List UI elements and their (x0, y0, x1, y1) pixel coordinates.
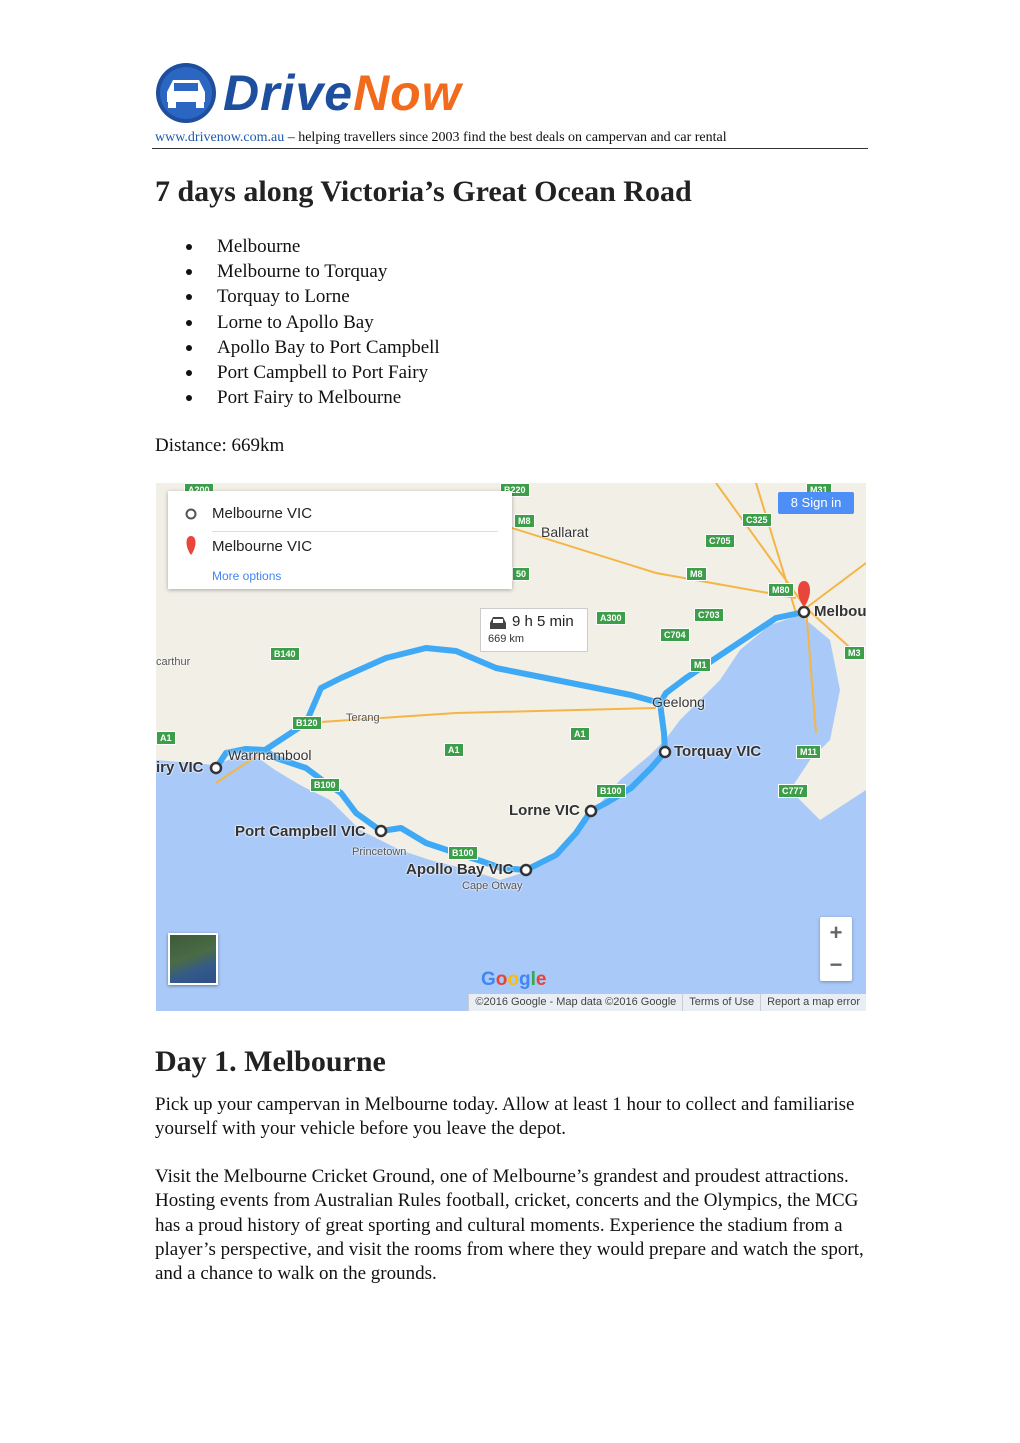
header-divider (152, 148, 868, 149)
zoom-in-button[interactable]: + (820, 917, 852, 949)
road-label: 50 (512, 567, 531, 581)
list-item: Port Campbell to Port Fairy (155, 360, 440, 385)
road-label: M80 (768, 583, 794, 597)
document-page: DriveNow www.drivenow.com.au – helping t… (0, 0, 1020, 1443)
place-label: Cape Otway (462, 880, 523, 892)
road-label: B140 (270, 647, 300, 661)
route-line-inland (263, 645, 661, 753)
road-label: A1 (444, 743, 464, 757)
road-label: C704 (660, 628, 690, 642)
place-label: Princetown (352, 846, 407, 858)
road-label: B100 (310, 778, 340, 792)
route-distance: 669 km (488, 633, 525, 645)
road-label: B120 (292, 716, 322, 730)
logo-drive: Drive (223, 65, 354, 121)
list-item: Port Fairy to Melbourne (155, 385, 440, 410)
road-label: C705 (705, 534, 735, 548)
distance-text: Distance: 669km (155, 435, 285, 456)
tagline: www.drivenow.com.au – helping travellers… (155, 130, 727, 146)
place-label: Port Campbell VIC (235, 823, 366, 840)
google-plus-icon: 8 (790, 495, 802, 510)
road-label: B100 (596, 784, 626, 798)
route-duration: 9 h 5 min (512, 613, 574, 630)
road-label: A1 (570, 727, 590, 741)
terms-link[interactable]: Terms of Use (682, 994, 760, 1011)
google-logo: Google (481, 969, 547, 990)
origin-circle-icon (185, 508, 197, 520)
zoom-out-button[interactable]: − (820, 949, 852, 981)
origin-field[interactable]: Melbourne VIC (212, 505, 312, 522)
road-label: A300 (596, 611, 626, 625)
place-label: Terang (346, 712, 380, 724)
list-item: Apollo Bay to Port Campbell (155, 335, 440, 360)
road-label: M8 (686, 567, 707, 581)
sign-in-button[interactable]: 8 Sign in (778, 492, 854, 514)
car-logo-icon (156, 63, 216, 123)
list-item: Melbourne to Torquay (155, 259, 440, 284)
place-label: Geelong (652, 694, 705, 710)
day1-paragraph-1: Pick up your campervan in Melbourne toda… (155, 1094, 855, 1140)
list-item: Melbourne (155, 234, 440, 259)
website-link[interactable]: www.drivenow.com.au (155, 130, 284, 145)
place-label: Ballarat (541, 524, 589, 540)
destination-field[interactable]: Melbourne VIC (212, 538, 312, 555)
road-label: M3 (844, 646, 865, 660)
panel-divider (212, 531, 498, 532)
report-error-link[interactable]: Report a map error (760, 994, 866, 1011)
place-label: carthur (156, 656, 191, 668)
destination-pin-icon (186, 536, 196, 555)
place-label: Torquay VIC (674, 743, 762, 760)
road-label: M1 (690, 658, 711, 672)
page-title: 7 days along Victoria’s Great Ocean Road (155, 175, 692, 208)
destination-pin-icon (798, 581, 810, 607)
tagline-text: – helping travellers since 2003 find the… (284, 130, 727, 145)
road-label: C777 (778, 784, 808, 798)
map-copyright: ©2016 Google - Map data ©2016 Google (468, 994, 682, 1011)
road-label: B100 (448, 846, 478, 860)
day1-heading: Day 1. Melbourne (155, 1045, 386, 1078)
place-label: Melbou (814, 603, 866, 620)
road-label: A1 (156, 731, 176, 745)
place-label: Warrnambool (228, 747, 312, 763)
map-footer: ©2016 Google - Map data ©2016 Google Ter… (468, 994, 866, 1011)
list-item: Torquay to Lorne (155, 284, 440, 309)
car-icon (490, 617, 506, 629)
drivenow-logo: DriveNow (155, 62, 462, 124)
itinerary-list: Melbourne Melbourne to Torquay Torquay t… (155, 234, 440, 410)
day1-paragraph-2: Visit the Melbourne Cricket Ground, one … (155, 1166, 864, 1285)
zoom-controls: + − (820, 917, 852, 981)
place-label: Lorne VIC (509, 802, 580, 819)
logo-now: Now (353, 65, 462, 121)
road-label: M8 (514, 514, 535, 528)
more-options-link[interactable]: More options (212, 569, 281, 583)
place-label: iry VIC (156, 759, 204, 776)
route-info-box[interactable]: 9 h 5 min 669 km (480, 608, 588, 652)
directions-panel: Melbourne VIC Melbourne VIC More options (168, 491, 512, 589)
place-label: Apollo Bay VIC (406, 861, 514, 878)
road-label: C703 (694, 608, 724, 622)
satellite-toggle-button[interactable] (168, 933, 218, 985)
road-label: M11 (796, 745, 822, 759)
list-item: Lorne to Apollo Bay (155, 310, 440, 335)
sign-in-label: Sign in (801, 495, 842, 510)
road-label: C325 (742, 513, 772, 527)
route-map[interactable]: A200 B220 M8 C325 M31 C705 M8 M80 A300 C… (156, 483, 866, 1011)
